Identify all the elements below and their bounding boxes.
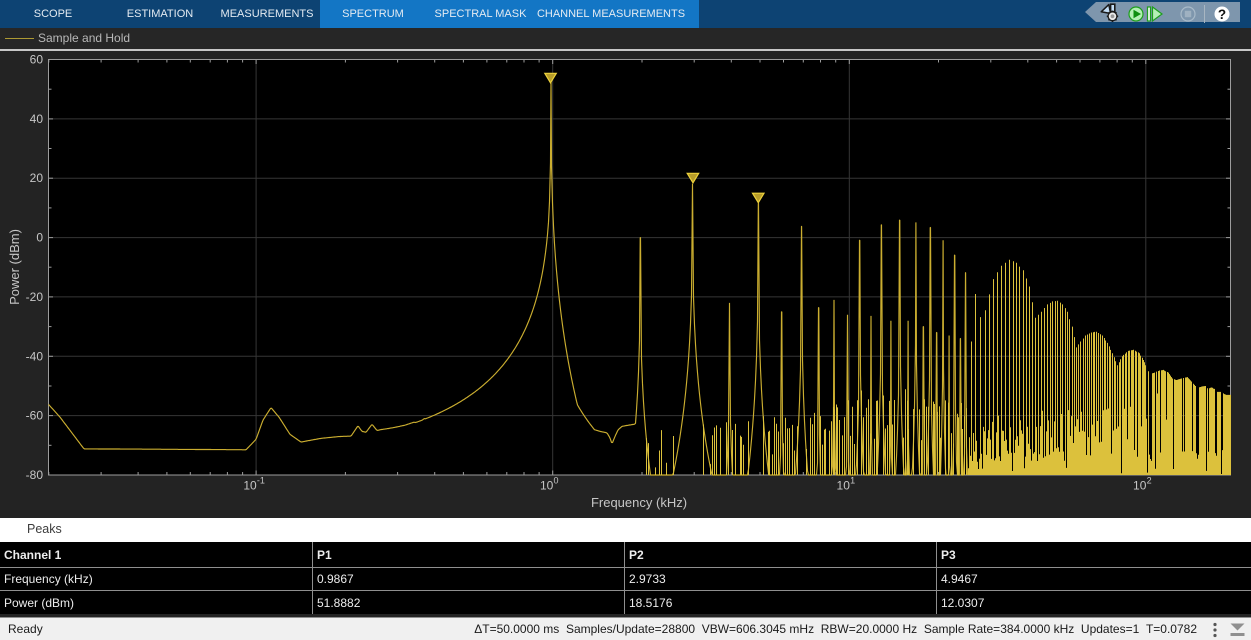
svg-text:Power (dBm): Power (dBm) bbox=[7, 229, 22, 305]
svg-text:20: 20 bbox=[30, 171, 44, 185]
svg-text:0: 0 bbox=[36, 231, 43, 245]
svg-text:Frequency (kHz): Frequency (kHz) bbox=[591, 495, 687, 510]
svg-text:-80: -80 bbox=[26, 468, 44, 482]
svg-text:?: ? bbox=[1218, 7, 1226, 22]
svg-text:0: 0 bbox=[554, 476, 559, 486]
svg-text:10: 10 bbox=[837, 479, 851, 493]
svg-text:10: 10 bbox=[540, 479, 554, 493]
svg-text:60: 60 bbox=[30, 53, 44, 67]
svg-text:-60: -60 bbox=[26, 409, 44, 423]
svg-text:40: 40 bbox=[30, 112, 44, 126]
svg-text:-20: -20 bbox=[26, 290, 44, 304]
svg-text:-1: -1 bbox=[257, 476, 265, 486]
svg-text:2: 2 bbox=[1147, 476, 1152, 486]
svg-text:10: 10 bbox=[1133, 479, 1147, 493]
svg-text:-40: -40 bbox=[26, 349, 44, 363]
svg-text:10: 10 bbox=[243, 479, 257, 493]
svg-text:1: 1 bbox=[850, 476, 855, 486]
